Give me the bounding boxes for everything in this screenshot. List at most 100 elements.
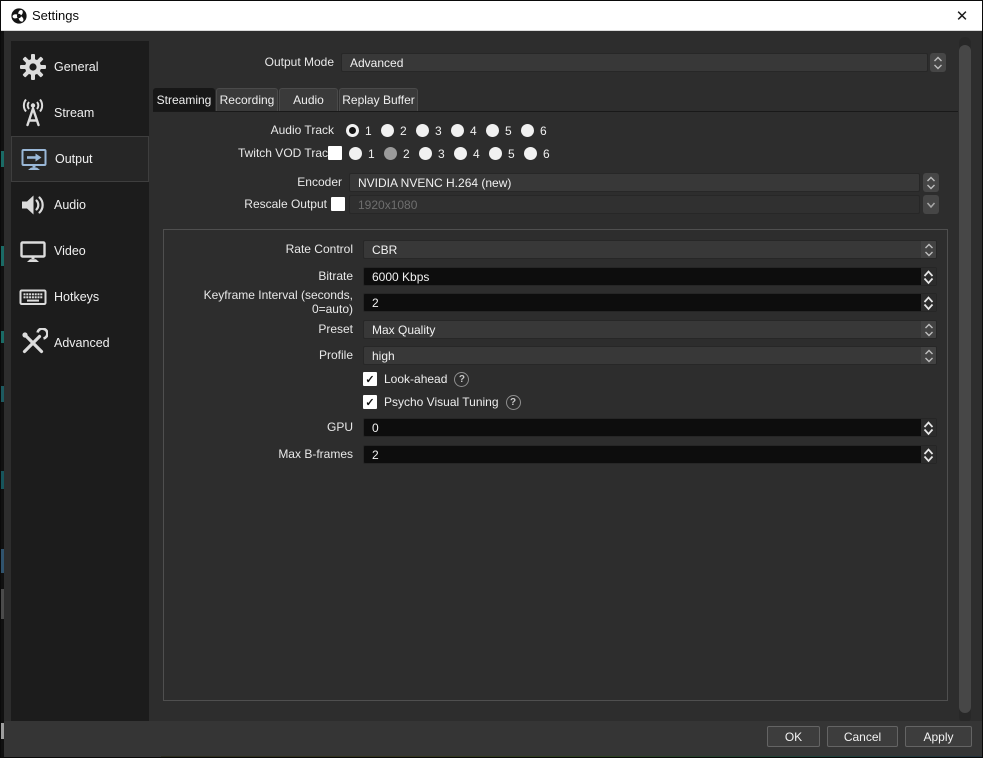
- rescale-output-checkbox[interactable]: [331, 197, 345, 211]
- sidebar-item-stream[interactable]: Stream: [11, 90, 149, 136]
- radio-label: 1: [368, 147, 375, 161]
- profile-value: high: [364, 349, 921, 363]
- sidebar-item-label: Output: [55, 152, 93, 166]
- edge-artifact: [1, 331, 4, 343]
- sidebar-item-output[interactable]: Output: [11, 136, 149, 182]
- audio-track-radios: 1 2 3 4 5 6: [346, 123, 556, 138]
- rescale-resolution-select[interactable]: 1920x1080: [349, 195, 920, 214]
- edge-artifact: [1, 386, 4, 402]
- bitrate-input[interactable]: 6000 Kbps: [363, 267, 937, 286]
- close-icon[interactable]: ✕: [940, 1, 983, 31]
- rate-control-value: CBR: [364, 243, 921, 257]
- encoder-value: NVIDIA NVENC H.264 (new): [350, 176, 511, 190]
- sidebar-item-audio[interactable]: Audio: [11, 182, 149, 228]
- bitrate-label: Bitrate: [171, 267, 353, 286]
- keyframe-interval-stepper[interactable]: [921, 294, 936, 311]
- radio-vod-4[interactable]: [454, 147, 467, 160]
- radio-label: 6: [543, 147, 550, 161]
- apply-button[interactable]: Apply: [905, 726, 972, 747]
- settings-window: Settings ✕: [0, 0, 983, 758]
- profile-select[interactable]: high: [363, 346, 937, 365]
- max-bframes-label: Max B-frames: [171, 445, 353, 464]
- twitch-vod-checkbox[interactable]: [328, 146, 342, 160]
- ok-button[interactable]: OK: [767, 726, 820, 747]
- chevron-updown-icon: [923, 420, 934, 436]
- preset-select[interactable]: Max Quality: [363, 320, 937, 339]
- scrollbar-handle[interactable]: [959, 45, 971, 713]
- sidebar-item-label: Advanced: [54, 336, 110, 350]
- radio-track-3[interactable]: [416, 124, 429, 137]
- chevron-updown-icon: [923, 295, 934, 311]
- preset-value: Max Quality: [364, 323, 921, 337]
- psycho-visual-label: Psycho Visual Tuning: [384, 395, 499, 409]
- twitch-vod-radios: 1 2 3 4 5 6: [349, 146, 559, 161]
- rate-control-select[interactable]: CBR: [363, 240, 937, 259]
- chevron-updown-icon: [923, 447, 934, 463]
- radio-track-1[interactable]: [346, 124, 359, 137]
- speaker-icon: [18, 190, 48, 220]
- chevron-updown-icon: [924, 348, 934, 364]
- look-ahead-checkbox[interactable]: ✓: [363, 372, 377, 386]
- keyframe-interval-input[interactable]: 2: [363, 293, 937, 312]
- radio-track-5[interactable]: [486, 124, 499, 137]
- radio-vod-5[interactable]: [489, 147, 502, 160]
- help-icon[interactable]: ?: [454, 372, 469, 387]
- chevron-updown-icon: [923, 269, 934, 285]
- tab-audio[interactable]: Audio: [279, 88, 338, 111]
- radio-vod-6[interactable]: [524, 147, 537, 160]
- help-icon[interactable]: ?: [506, 395, 521, 410]
- gear-icon: [18, 52, 48, 82]
- window-edge-strip: [1, 31, 4, 758]
- radio-vod-3[interactable]: [419, 147, 432, 160]
- sidebar-item-general[interactable]: General: [11, 44, 149, 90]
- title-bar: Settings ✕: [1, 1, 983, 31]
- psycho-visual-row: ✓ Psycho Visual Tuning ?: [363, 394, 521, 410]
- gpu-stepper[interactable]: [921, 419, 936, 436]
- edge-artifact: [1, 549, 4, 573]
- radio-label: 5: [505, 124, 512, 138]
- edge-artifact: [1, 151, 4, 167]
- radio-vod-2[interactable]: [384, 147, 397, 160]
- encoder-select[interactable]: NVIDIA NVENC H.264 (new): [349, 173, 920, 192]
- sidebar-item-advanced[interactable]: Advanced: [11, 320, 149, 366]
- radio-label: 2: [400, 124, 407, 138]
- psycho-visual-checkbox[interactable]: ✓: [363, 395, 377, 409]
- radio-vod-1[interactable]: [349, 147, 362, 160]
- chevron-updown-icon: [924, 322, 934, 338]
- tab-recording[interactable]: Recording: [216, 88, 278, 111]
- cancel-button[interactable]: Cancel: [827, 726, 898, 747]
- look-ahead-label: Look-ahead: [384, 372, 447, 386]
- radio-label: 6: [540, 124, 547, 138]
- keyboard-icon: [18, 282, 48, 312]
- tab-streaming[interactable]: Streaming: [153, 88, 215, 111]
- encoder-label: Encoder: [153, 173, 342, 192]
- sidebar-item-hotkeys[interactable]: Hotkeys: [11, 274, 149, 320]
- gpu-input[interactable]: 0: [363, 418, 937, 437]
- tools-icon: [18, 328, 48, 358]
- radio-track-4[interactable]: [451, 124, 464, 137]
- output-mode-spinner[interactable]: [930, 53, 946, 72]
- rescale-dropdown-button[interactable]: [923, 195, 939, 214]
- encoder-spinner[interactable]: [923, 173, 939, 192]
- radio-track-6[interactable]: [521, 124, 534, 137]
- monitor-icon: [18, 236, 48, 266]
- max-bframes-stepper[interactable]: [921, 446, 936, 463]
- rate-control-spinner[interactable]: [921, 241, 936, 258]
- twitch-vod-label: Twitch VOD Track: [153, 146, 334, 161]
- obs-logo-icon: [11, 8, 27, 24]
- edge-artifact: [1, 471, 4, 489]
- monitor-arrow-icon: [19, 144, 49, 174]
- chevron-updown-icon: [924, 242, 934, 258]
- bitrate-stepper[interactable]: [921, 268, 936, 285]
- radio-track-2[interactable]: [381, 124, 394, 137]
- bitrate-value: 6000 Kbps: [364, 270, 921, 284]
- chevron-down-icon: [926, 200, 936, 210]
- keyframe-interval-value: 2: [364, 296, 921, 310]
- profile-spinner[interactable]: [921, 347, 936, 364]
- tab-replay-buffer[interactable]: Replay Buffer: [339, 88, 418, 111]
- output-mode-select[interactable]: Advanced: [341, 53, 928, 72]
- window-title: Settings: [32, 1, 79, 31]
- max-bframes-input[interactable]: 2: [363, 445, 937, 464]
- preset-spinner[interactable]: [921, 321, 936, 338]
- sidebar-item-video[interactable]: Video: [11, 228, 149, 274]
